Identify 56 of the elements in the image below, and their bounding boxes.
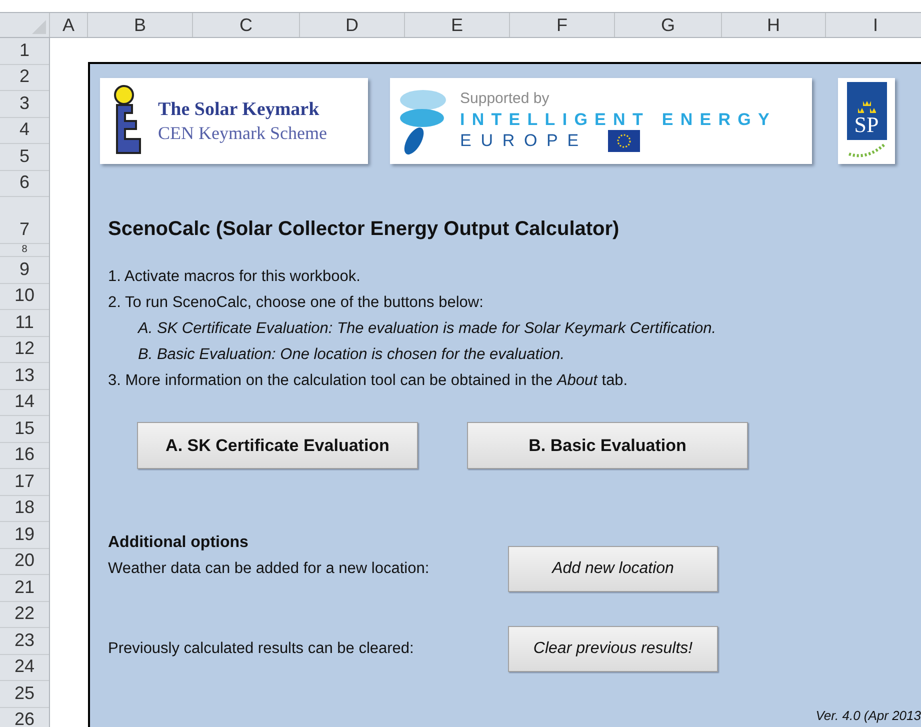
column-header[interactable]: C: [193, 13, 300, 37]
row-header[interactable]: 12: [0, 336, 49, 363]
row-header[interactable]: 2: [0, 64, 49, 91]
row-header[interactable]: 7: [0, 197, 49, 244]
version-text: Ver. 4.0 (Apr 2013: [816, 706, 921, 725]
column-header[interactable]: G: [615, 13, 722, 37]
logo-title: INTELLIGENT ENERGY: [460, 108, 776, 130]
step-text: 1. Activate macros for this workbook.: [108, 267, 362, 287]
row-header[interactable]: 23: [0, 628, 49, 654]
step-text: 2. To run ScenoCalc, choose one of the buttons below:: [108, 293, 484, 313]
row-header[interactable]: 4: [0, 118, 49, 144]
row-header[interactable]: 3: [0, 91, 49, 118]
row-header[interactable]: 18: [0, 496, 49, 522]
logo-title: The Solar Keymark: [158, 98, 320, 122]
column-header[interactable]: F: [510, 13, 615, 37]
column-header[interactable]: B: [88, 13, 193, 37]
row-header[interactable]: 24: [0, 654, 49, 681]
row-header[interactable]: 8: [0, 244, 49, 257]
row-header[interactable]: 16: [0, 442, 49, 469]
eu-flag-icon: [608, 130, 640, 152]
sub-step-text: B. Basic Evaluation: One location is chosen for the evaluation.: [138, 345, 566, 365]
row-header[interactable]: 14: [0, 390, 49, 416]
evaluation-button[interactable]: B. Basic Evaluation: [467, 422, 748, 469]
row-header[interactable]: 17: [0, 469, 49, 496]
step-text: 3. More information on the calculation tool can be obtained in the About tab.: [108, 371, 629, 391]
row-header[interactable]: 9: [0, 257, 49, 284]
sp-text: SP: [854, 114, 879, 136]
row-header[interactable]: 1: [0, 38, 49, 64]
column-header[interactable]: E: [405, 13, 510, 37]
row-header[interactable]: 21: [0, 575, 49, 602]
section-heading: Additional options: [108, 533, 250, 553]
option-label: Previously calculated results can be cleared:: [108, 639, 415, 660]
logo-caption: Supported by: [460, 90, 550, 109]
row-header[interactable]: 20: [0, 548, 49, 575]
row-header[interactable]: 25: [0, 681, 49, 708]
sub-step-text: A. SK Certificate Evaluation: The evaluation is made for Solar Keymark Certification.: [138, 319, 718, 339]
option-button[interactable]: Clear previous results!: [508, 626, 718, 672]
sheet-title: ScenoCalc (Solar Collector Energy Output Calculator): [108, 217, 620, 242]
option-label: Weather data can be added for a new location:: [108, 559, 430, 580]
row-header[interactable]: 22: [0, 602, 49, 628]
row-header[interactable]: 11: [0, 310, 49, 336]
column-header[interactable]: A: [50, 13, 88, 37]
logo-subtitle: CEN Keymark Scheme: [158, 122, 327, 144]
row-header[interactable]: 13: [0, 363, 49, 390]
logo-subtitle: EUROPE: [460, 130, 588, 152]
column-header[interactable]: D: [300, 13, 405, 37]
row-header[interactable]: 15: [0, 416, 49, 442]
row-header[interactable]: 26: [0, 708, 49, 727]
row-header[interactable]: 10: [0, 284, 49, 310]
option-button[interactable]: Add new location: [508, 546, 718, 592]
column-header[interactable]: H: [722, 13, 826, 37]
column-header[interactable]: I: [826, 13, 921, 37]
evaluation-button[interactable]: A. SK Certificate Evaluation: [137, 422, 418, 469]
row-header[interactable]: 19: [0, 522, 49, 548]
row-header[interactable]: 6: [0, 170, 49, 197]
row-header[interactable]: 5: [0, 144, 49, 170]
